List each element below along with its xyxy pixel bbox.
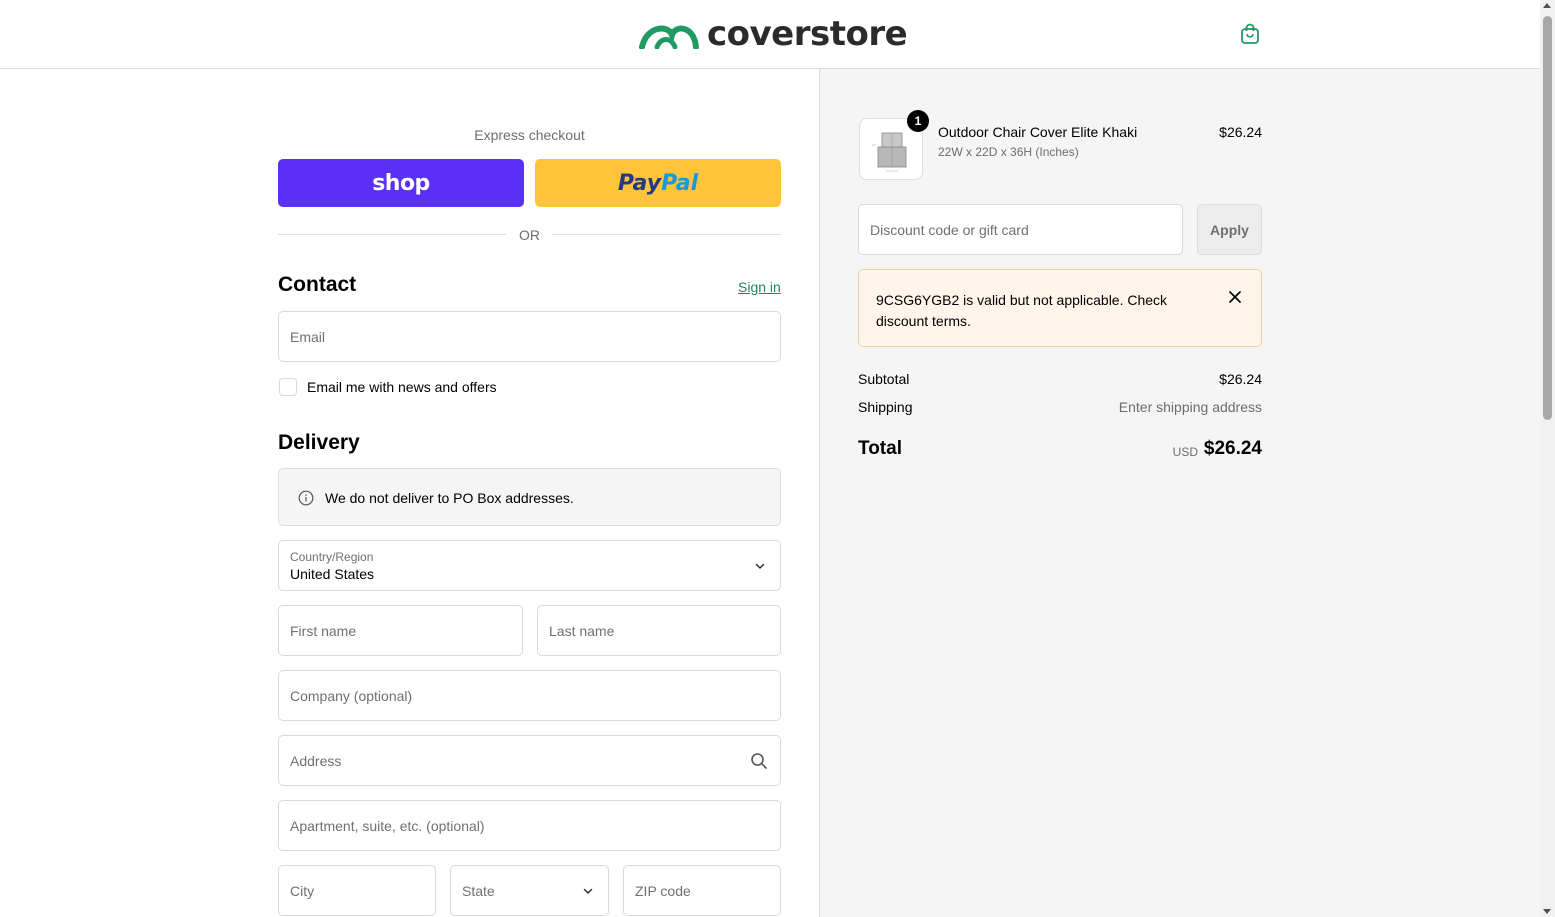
discount-error-alert: 9CSG6YGB2 is valid but not applicable. C… xyxy=(858,269,1262,347)
or-divider: OR xyxy=(278,226,781,244)
city-field[interactable]: City xyxy=(278,865,436,916)
apartment-placeholder: Apartment, suite, etc. (optional) xyxy=(290,817,485,834)
email-field[interactable]: Email xyxy=(278,311,781,362)
chevron-down-icon xyxy=(755,563,765,569)
close-icon[interactable] xyxy=(1228,290,1242,304)
apply-label: Apply xyxy=(1210,221,1249,238)
country-label: Country/Region xyxy=(290,550,374,564)
newsletter-checkbox[interactable] xyxy=(279,378,297,396)
brand-name: coverstore xyxy=(707,14,908,54)
coverstore-logo-icon xyxy=(639,25,699,49)
discount-placeholder: Discount code or gift card xyxy=(870,221,1029,238)
brand-logo[interactable]: coverstore xyxy=(639,14,908,54)
paypal-button[interactable]: Pay Pal xyxy=(535,159,781,207)
express-checkout-label: Express checkout xyxy=(474,127,585,143)
first-name-field[interactable]: First name xyxy=(278,605,523,656)
product-price: $26.24 xyxy=(1219,124,1262,140)
page-scrollbar[interactable] xyxy=(1540,0,1555,917)
discount-error-message: 9CSG6YGB2 is valid but not applicable. C… xyxy=(876,292,1168,329)
apply-discount-button[interactable]: Apply xyxy=(1197,204,1262,255)
subtotal-label: Subtotal xyxy=(858,371,910,387)
email-placeholder: Email xyxy=(290,328,326,345)
newsletter-label[interactable]: Email me with news and offers xyxy=(307,379,497,395)
product-variant: 22W x 22D x 36H (Inches) xyxy=(938,145,1079,159)
total-value: $26.24 xyxy=(1203,438,1262,459)
country-value: United States xyxy=(290,566,375,582)
po-box-notice: We do not deliver to PO Box addresses. xyxy=(278,468,781,526)
contact-heading: Contact xyxy=(278,273,357,296)
chevron-down-icon xyxy=(583,888,593,894)
zip-placeholder: ZIP code xyxy=(635,882,691,899)
state-placeholder: State xyxy=(462,882,495,899)
product-name: Outdoor Chair Cover Elite Khaki xyxy=(938,124,1138,140)
shipping-label: Shipping xyxy=(858,399,913,415)
discount-code-input[interactable]: Discount code or gift card xyxy=(858,204,1183,255)
shopping-bag-icon[interactable] xyxy=(1238,22,1262,46)
company-placeholder: Company (optional) xyxy=(290,687,413,704)
paypal-label-pay: Pay xyxy=(617,170,662,196)
or-label: OR xyxy=(519,227,540,243)
shop-pay-label: shop xyxy=(372,170,430,196)
last-name-placeholder: Last name xyxy=(549,622,615,639)
company-field[interactable]: Company (optional) xyxy=(278,670,781,721)
first-name-placeholder: First name xyxy=(290,622,357,639)
scroll-down-icon[interactable] xyxy=(1543,909,1551,914)
scroll-up-icon[interactable] xyxy=(1543,3,1551,8)
state-select[interactable]: State xyxy=(450,865,609,916)
info-icon xyxy=(298,490,314,506)
apartment-field[interactable]: Apartment, suite, etc. (optional) xyxy=(278,800,781,851)
shop-pay-button[interactable]: shop xyxy=(278,159,524,207)
order-summary-panel xyxy=(819,69,1540,917)
shipping-value: Enter shipping address xyxy=(1118,399,1262,415)
zip-field[interactable]: ZIP code xyxy=(623,865,781,916)
quantity-badge: 1 xyxy=(907,110,929,132)
subtotal-value: $26.24 xyxy=(1219,371,1262,387)
sign-in-link[interactable]: Sign in xyxy=(738,279,781,295)
last-name-field[interactable]: Last name xyxy=(537,605,781,656)
address-placeholder: Address xyxy=(290,752,342,769)
country-select[interactable]: Country/Region United States xyxy=(278,540,781,591)
total-label: Total xyxy=(858,438,902,459)
po-box-notice-text: We do not deliver to PO Box addresses. xyxy=(325,490,574,506)
city-placeholder: City xyxy=(290,882,315,899)
header: coverstore xyxy=(0,0,1540,69)
scrollbar-thumb[interactable] xyxy=(1543,16,1552,420)
address-field[interactable]: Address xyxy=(278,735,781,786)
delivery-heading: Delivery xyxy=(278,431,360,454)
search-icon[interactable] xyxy=(750,752,768,770)
paypal-label-pal: Pal xyxy=(661,170,699,196)
